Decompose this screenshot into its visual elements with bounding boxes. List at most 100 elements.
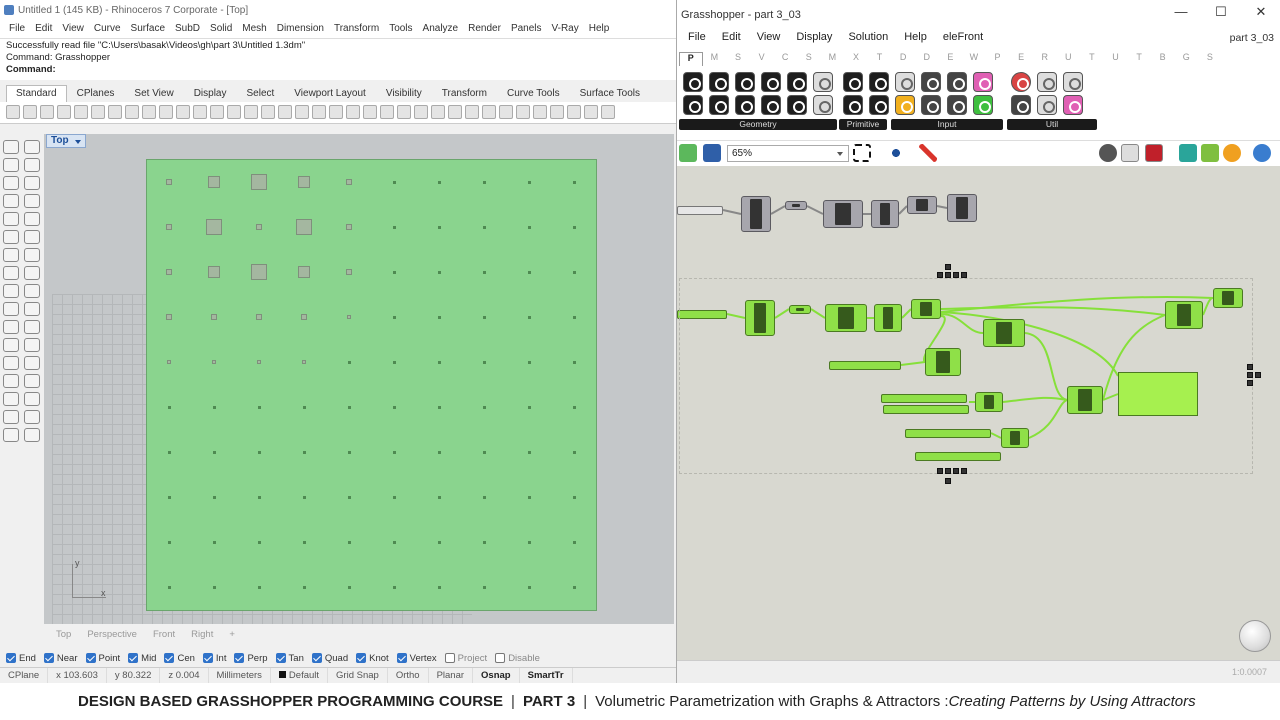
side-tool-icon[interactable] (3, 230, 19, 244)
preview-wire-icon[interactable] (1121, 144, 1139, 162)
toolbar-tool-icon[interactable] (516, 105, 530, 119)
component-icon[interactable] (709, 72, 729, 92)
toolbar-tool-icon[interactable] (57, 105, 71, 119)
side-tool-icon[interactable] (3, 410, 19, 424)
zoom-widget-icon[interactable] (945, 272, 951, 278)
toolbar-tab-standard[interactable]: Standard (6, 85, 67, 102)
osnap-checkbox[interactable] (234, 653, 245, 663)
gh-category-tab[interactable]: G (1174, 52, 1198, 66)
component-icon[interactable] (1011, 72, 1031, 92)
status-cplane[interactable]: CPlane (0, 668, 49, 683)
side-tool-icon[interactable] (24, 284, 40, 298)
side-tool-icon[interactable] (24, 320, 40, 334)
canvas-navigation-dial[interactable] (1239, 620, 1271, 652)
side-tool-icon[interactable] (24, 338, 40, 352)
side-tool-icon[interactable] (24, 176, 40, 190)
rhino-menu-edit[interactable]: Edit (30, 22, 57, 38)
component-icon[interactable] (709, 95, 729, 115)
zoom-widget-icon[interactable] (945, 264, 951, 270)
side-tool-icon[interactable] (24, 212, 40, 226)
component-icon[interactable] (843, 95, 863, 115)
toolbar-tool-icon[interactable] (278, 105, 292, 119)
zoom-widget-icon[interactable] (953, 468, 959, 474)
rhino-menu-curve[interactable]: Curve (89, 22, 126, 38)
rhino-menu-mesh[interactable]: Mesh (237, 22, 271, 38)
side-tool-icon[interactable] (24, 302, 40, 316)
osnap-checkbox[interactable] (202, 653, 213, 663)
ribbon-group-label[interactable]: Primitive (839, 119, 887, 130)
toolbar-tool-icon[interactable] (550, 105, 564, 119)
bake-green-icon[interactable] (1179, 144, 1197, 162)
side-tool-icon[interactable] (3, 158, 19, 172)
preview-mode-icon[interactable] (1099, 144, 1117, 162)
side-tool-icon[interactable] (3, 356, 19, 370)
gh-category-tab[interactable]: B (1151, 52, 1175, 66)
osnap-checkbox[interactable] (43, 653, 54, 663)
component-icon[interactable] (813, 72, 833, 92)
gh-category-tab[interactable]: W (962, 52, 986, 66)
osnap-quad[interactable]: Quad (311, 653, 348, 664)
zoom-select[interactable]: 65% (727, 145, 849, 162)
toolbar-tool-icon[interactable] (159, 105, 173, 119)
save-file-icon[interactable] (703, 144, 721, 162)
toolbar-tool-icon[interactable] (295, 105, 309, 119)
zoom-widget-icon[interactable] (1247, 380, 1253, 386)
rhino-menu-solid[interactable]: Solid (205, 22, 237, 38)
zoom-widget-icon[interactable] (945, 478, 951, 484)
gh-component[interactable] (871, 200, 899, 228)
rhino-menu-subd[interactable]: SubD (170, 22, 205, 38)
side-tool-icon[interactable] (3, 140, 19, 154)
rhino-menu-dimension[interactable]: Dimension (272, 22, 329, 38)
status-smarttrack[interactable]: SmartTr (520, 668, 573, 683)
toolbar-tool-icon[interactable] (91, 105, 105, 119)
render-sphere-icon[interactable] (1223, 144, 1241, 162)
preview-shaded-icon[interactable] (1145, 144, 1163, 162)
osnap-int[interactable]: Int (202, 653, 226, 664)
gh-category-tab[interactable]: C (773, 52, 797, 66)
osnap-vertex[interactable]: Vertex (396, 653, 437, 664)
osnap-perp[interactable]: Perp (234, 653, 268, 664)
top-viewport[interactable]: Top y x (44, 134, 674, 624)
toolbar-tab-visibility[interactable]: Visibility (376, 85, 432, 102)
component-icon[interactable] (787, 95, 807, 115)
command-prompt[interactable]: Command: (6, 64, 670, 76)
gh-component[interactable] (741, 196, 771, 232)
osnap-checkbox[interactable] (311, 653, 322, 663)
gh-category-tab[interactable]: P (679, 52, 703, 66)
rhino-menu-file[interactable]: File (4, 22, 30, 38)
toolbar-tool-icon[interactable] (193, 105, 207, 119)
toolbar-tool-icon[interactable] (533, 105, 547, 119)
toolbar-tool-icon[interactable] (108, 105, 122, 119)
toolbar-tool-icon[interactable] (414, 105, 428, 119)
component-icon[interactable] (947, 95, 967, 115)
side-tool-icon[interactable] (3, 428, 19, 442)
side-tool-icon[interactable] (24, 248, 40, 262)
side-tool-icon[interactable] (3, 284, 19, 298)
component-icon[interactable] (1063, 72, 1083, 92)
component-icon[interactable] (921, 95, 941, 115)
zoom-widget-icon[interactable] (1255, 372, 1261, 378)
osnap-end[interactable]: End (6, 653, 36, 664)
gh-canvas[interactable] (677, 166, 1280, 660)
zoom-widget-icon[interactable] (953, 272, 959, 278)
toolbar-tool-icon[interactable] (397, 105, 411, 119)
bake-selected-icon[interactable] (1201, 144, 1219, 162)
gh-menu-display[interactable]: Display (788, 28, 840, 46)
zoom-widget-icon[interactable] (937, 272, 943, 278)
side-tool-icon[interactable] (24, 266, 40, 280)
status-osnap[interactable]: Osnap (473, 668, 520, 683)
gh-menu-elefront[interactable]: eleFront (935, 28, 991, 46)
preview-eye-icon[interactable] (887, 144, 905, 162)
component-icon[interactable] (735, 72, 755, 92)
side-tool-icon[interactable] (3, 266, 19, 280)
gh-category-tab[interactable]: S (1198, 52, 1222, 66)
toolbar-tab-set-view[interactable]: Set View (124, 85, 183, 102)
osnap-project[interactable]: Project (444, 653, 487, 664)
toolbar-tool-icon[interactable] (448, 105, 462, 119)
toolbar-tab-cplanes[interactable]: CPlanes (67, 85, 125, 102)
maximize-icon[interactable]: ☐ (1201, 4, 1241, 20)
gh-category-tab[interactable]: M (703, 52, 727, 66)
gh-menu-view[interactable]: View (749, 28, 789, 46)
toolbar-tool-icon[interactable] (380, 105, 394, 119)
zoom-widget-icon[interactable] (1247, 372, 1253, 378)
